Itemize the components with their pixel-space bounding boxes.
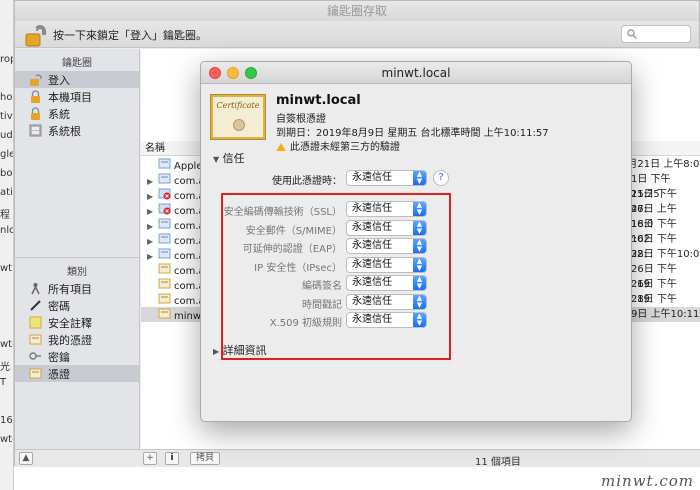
certificate-icon xyxy=(29,333,42,346)
sidebar: 鑰匙圈 登入本機項目系統系統根 類別 所有項目密碼安全註釋我的憑證密鑰憑證 xyxy=(15,49,140,449)
keychain-item-label: 登入 xyxy=(48,73,70,87)
pen-icon xyxy=(29,299,42,312)
cert-name: minwt.local xyxy=(276,93,361,108)
category-item[interactable]: 安全註釋 xyxy=(15,314,139,331)
certificate-icon xyxy=(29,367,42,380)
category-item-label: 密鑰 xyxy=(48,350,70,364)
keychain-item[interactable]: 登入 xyxy=(15,71,139,88)
row-date: 月28日 下午10:0 xyxy=(621,249,700,260)
copy-button[interactable]: 拷貝 xyxy=(190,452,220,465)
background-text: ho xyxy=(0,92,13,103)
highlight-box xyxy=(221,193,451,360)
zoom-button[interactable] xyxy=(245,67,257,79)
status-bar: ▲ + i 拷貝 11 個項目 xyxy=(15,449,700,468)
add-button[interactable]: + xyxy=(143,452,157,465)
keychain-item[interactable]: 系統根 xyxy=(15,122,139,139)
cert-warning-text: 此憑證未經第三方的驗證 xyxy=(290,142,400,153)
row-date: 0月21日 上午8:0 xyxy=(621,159,700,170)
lock-instruction: 按一下來鎖定「登入」鑰匙圈。 xyxy=(53,29,207,42)
background-text: rop xyxy=(0,54,13,65)
background-text: bo xyxy=(0,168,13,179)
certificate-dialog: minwt.local Certificate minwt.local 自簽根憑… xyxy=(200,61,632,422)
people-icon xyxy=(29,282,42,295)
close-button[interactable] xyxy=(209,67,221,79)
background-text: 程 xyxy=(0,210,10,221)
when-using-row: 使用此憑證時： 永遠信任 ▲ ▼ ? xyxy=(201,170,631,188)
trust-section-toggle[interactable]: ▼ 信任 xyxy=(213,150,245,166)
cert-expiry: 到期日：2019年8月9日 星期五 台北標準時間 上午10:11:57 xyxy=(276,128,549,139)
background-window-strip: rop ho tive ud gle bo ativ 程 nlo wt wt- 光T 16pc wt- xyxy=(0,0,14,490)
category-item[interactable]: 憑證 xyxy=(15,365,139,382)
dialog-title: minwt.local xyxy=(201,62,631,84)
row-date: 月9日 上午10:11 xyxy=(621,309,700,320)
category-header: 類別 xyxy=(67,267,87,278)
category-item-label: 安全註釋 xyxy=(48,316,92,330)
when-using-label: 使用此憑證時： xyxy=(272,176,342,187)
keychain-item[interactable]: 系統 xyxy=(15,105,139,122)
background-text: gle xyxy=(0,149,14,160)
when-using-select[interactable]: 永遠信任 ▲ ▼ xyxy=(346,170,427,186)
keychains-header: 鑰匙圈 xyxy=(62,58,92,69)
cert-warning: 此憑證未經第三方的驗證 xyxy=(276,138,400,153)
keychain-item-label: 本機項目 xyxy=(48,90,92,104)
background-text: wt- xyxy=(0,434,13,445)
disclosure-down-icon: ▼ xyxy=(213,155,220,164)
dialog-title-text: minwt.local xyxy=(381,66,451,80)
category-item[interactable]: 密鑰 xyxy=(15,348,139,365)
info-toggle-button[interactable]: ▲ xyxy=(19,452,33,465)
certificate-icon: Certificate xyxy=(211,95,265,139)
trust-header: 信任 xyxy=(222,152,245,165)
certificate-word: Certificate xyxy=(216,101,260,110)
keychain-item[interactable]: 本機項目 xyxy=(15,88,139,105)
category-item-label: 我的憑證 xyxy=(48,333,92,347)
watermark: minwt.com xyxy=(601,472,694,490)
search-input[interactable] xyxy=(621,25,691,43)
background-text: ativ xyxy=(0,187,13,198)
keychain-item-label: 系統根 xyxy=(48,124,81,138)
toolbar: 按一下來鎖定「登入」鑰匙圈。 xyxy=(15,21,699,48)
background-text: wt- xyxy=(0,339,13,350)
lock-open-icon[interactable] xyxy=(23,24,47,51)
background-text: ud xyxy=(0,130,13,141)
cert-type: 自簽根憑證 xyxy=(276,114,326,125)
select-arrows-icon: ▲ ▼ xyxy=(413,171,426,185)
lock-icon xyxy=(29,107,42,120)
background-text: 光 xyxy=(0,362,10,373)
background-text: nlo xyxy=(0,225,14,236)
details-section-toggle[interactable]: ▶ 詳細資訊 xyxy=(213,342,267,358)
category-item-label: 所有項目 xyxy=(48,282,92,296)
window-title: 鑰匙圈存取 xyxy=(15,1,699,21)
background-text: wt xyxy=(0,263,13,274)
lock-icon xyxy=(29,90,42,103)
help-button[interactable]: ? xyxy=(433,170,449,186)
background-text: tive xyxy=(0,111,13,122)
background-text: 16pc xyxy=(0,415,13,426)
key-icon xyxy=(29,350,42,363)
note-icon xyxy=(29,316,42,329)
info-button[interactable]: i xyxy=(165,452,179,465)
search-icon xyxy=(627,29,637,39)
category-item-label: 憑證 xyxy=(48,367,70,381)
cabinet-icon xyxy=(29,124,42,137)
minimize-button[interactable] xyxy=(227,67,239,79)
warning-icon xyxy=(276,143,286,151)
certificate-icon xyxy=(158,307,171,325)
details-header: 詳細資訊 xyxy=(222,344,267,357)
keychain-item-label: 系統 xyxy=(48,107,70,121)
disclosure-right-icon: ▶ xyxy=(213,347,220,356)
lock-open-icon xyxy=(29,73,42,86)
category-item[interactable]: 密碼 xyxy=(15,297,139,314)
background-text: T xyxy=(0,377,7,388)
category-item[interactable]: 所有項目 xyxy=(15,280,139,297)
category-item-label: 密碼 xyxy=(48,299,70,313)
when-using-value: 永遠信任 xyxy=(352,172,392,183)
item-count: 11 個項目 xyxy=(475,457,521,468)
category-item[interactable]: 我的憑證 xyxy=(15,331,139,348)
